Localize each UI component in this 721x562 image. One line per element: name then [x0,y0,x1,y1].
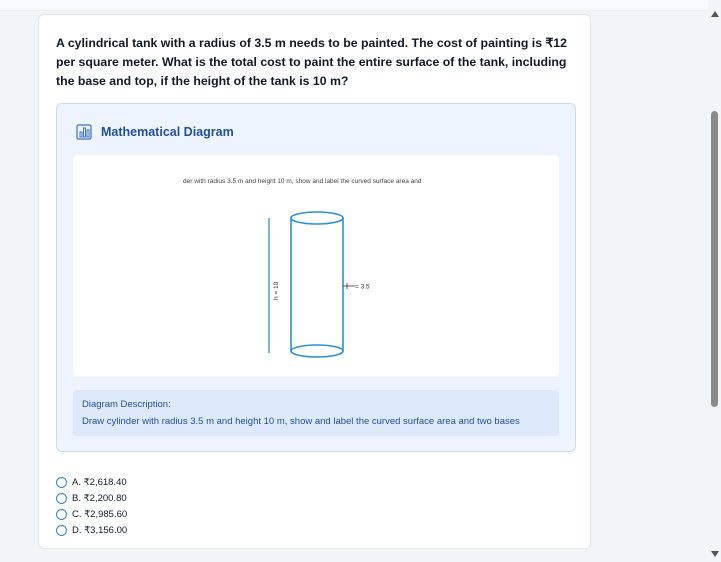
option-c[interactable]: C. ₹2,985.60 [56,506,127,522]
diagram-canvas: der with radius 3.5 m and height 10 m, s… [73,155,559,377]
radio-button[interactable] [56,524,67,536]
option-label: D. ₹3,156.00 [72,524,128,536]
option-label: A. ₹2,618.40 [72,476,127,488]
bar-chart-icon [76,124,92,140]
scroll-up-arrow-icon[interactable] [711,11,719,17]
description-text: Draw cylinder with radius 3.5 m and heig… [82,416,520,427]
diagram-caption: der with radius 3.5 m and height 10 m, s… [183,178,422,185]
radius-label: = 3.5 [355,284,370,291]
radio-button[interactable] [56,492,67,504]
question-text: A cylindrical tank with a radius of 3.5 … [56,36,567,88]
option-b[interactable]: B. ₹2,200.80 [56,490,127,506]
radio-button[interactable] [56,476,67,488]
answer-options: A. ₹2,618.40 B. ₹2,200.80 C. ₹2,985.60 D… [56,474,127,538]
cylinder-bottom-base [290,344,344,358]
question-card: A cylindrical tank with a radius of 3.5 … [38,14,591,549]
height-label: h = 10 [273,281,280,300]
option-label: C. ₹2,985.60 [72,508,128,520]
diagram-header: Mathematical Diagram [76,124,234,140]
scroll-thumb[interactable] [711,111,718,407]
cylinder-diagram: der with radius 3.5 m and height 10 m, s… [183,178,422,358]
description-label: Diagram Description: [82,399,171,410]
radio-button[interactable] [56,508,67,520]
scroll-down-arrow-icon[interactable] [711,551,719,557]
option-d[interactable]: D. ₹3,156.00 [56,522,127,538]
vertical-scrollbar[interactable] [708,0,721,562]
top-bar [0,0,708,11]
option-a[interactable]: A. ₹2,618.40 [56,474,127,490]
option-label: B. ₹2,200.80 [72,492,127,504]
diagram-description: Diagram Description: Draw cylinder with … [73,390,559,436]
diagram-title: Mathematical Diagram [101,125,234,139]
diagram-panel: Mathematical Diagram der with radius 3.5… [56,103,576,452]
cylinder-top-base [290,211,344,225]
